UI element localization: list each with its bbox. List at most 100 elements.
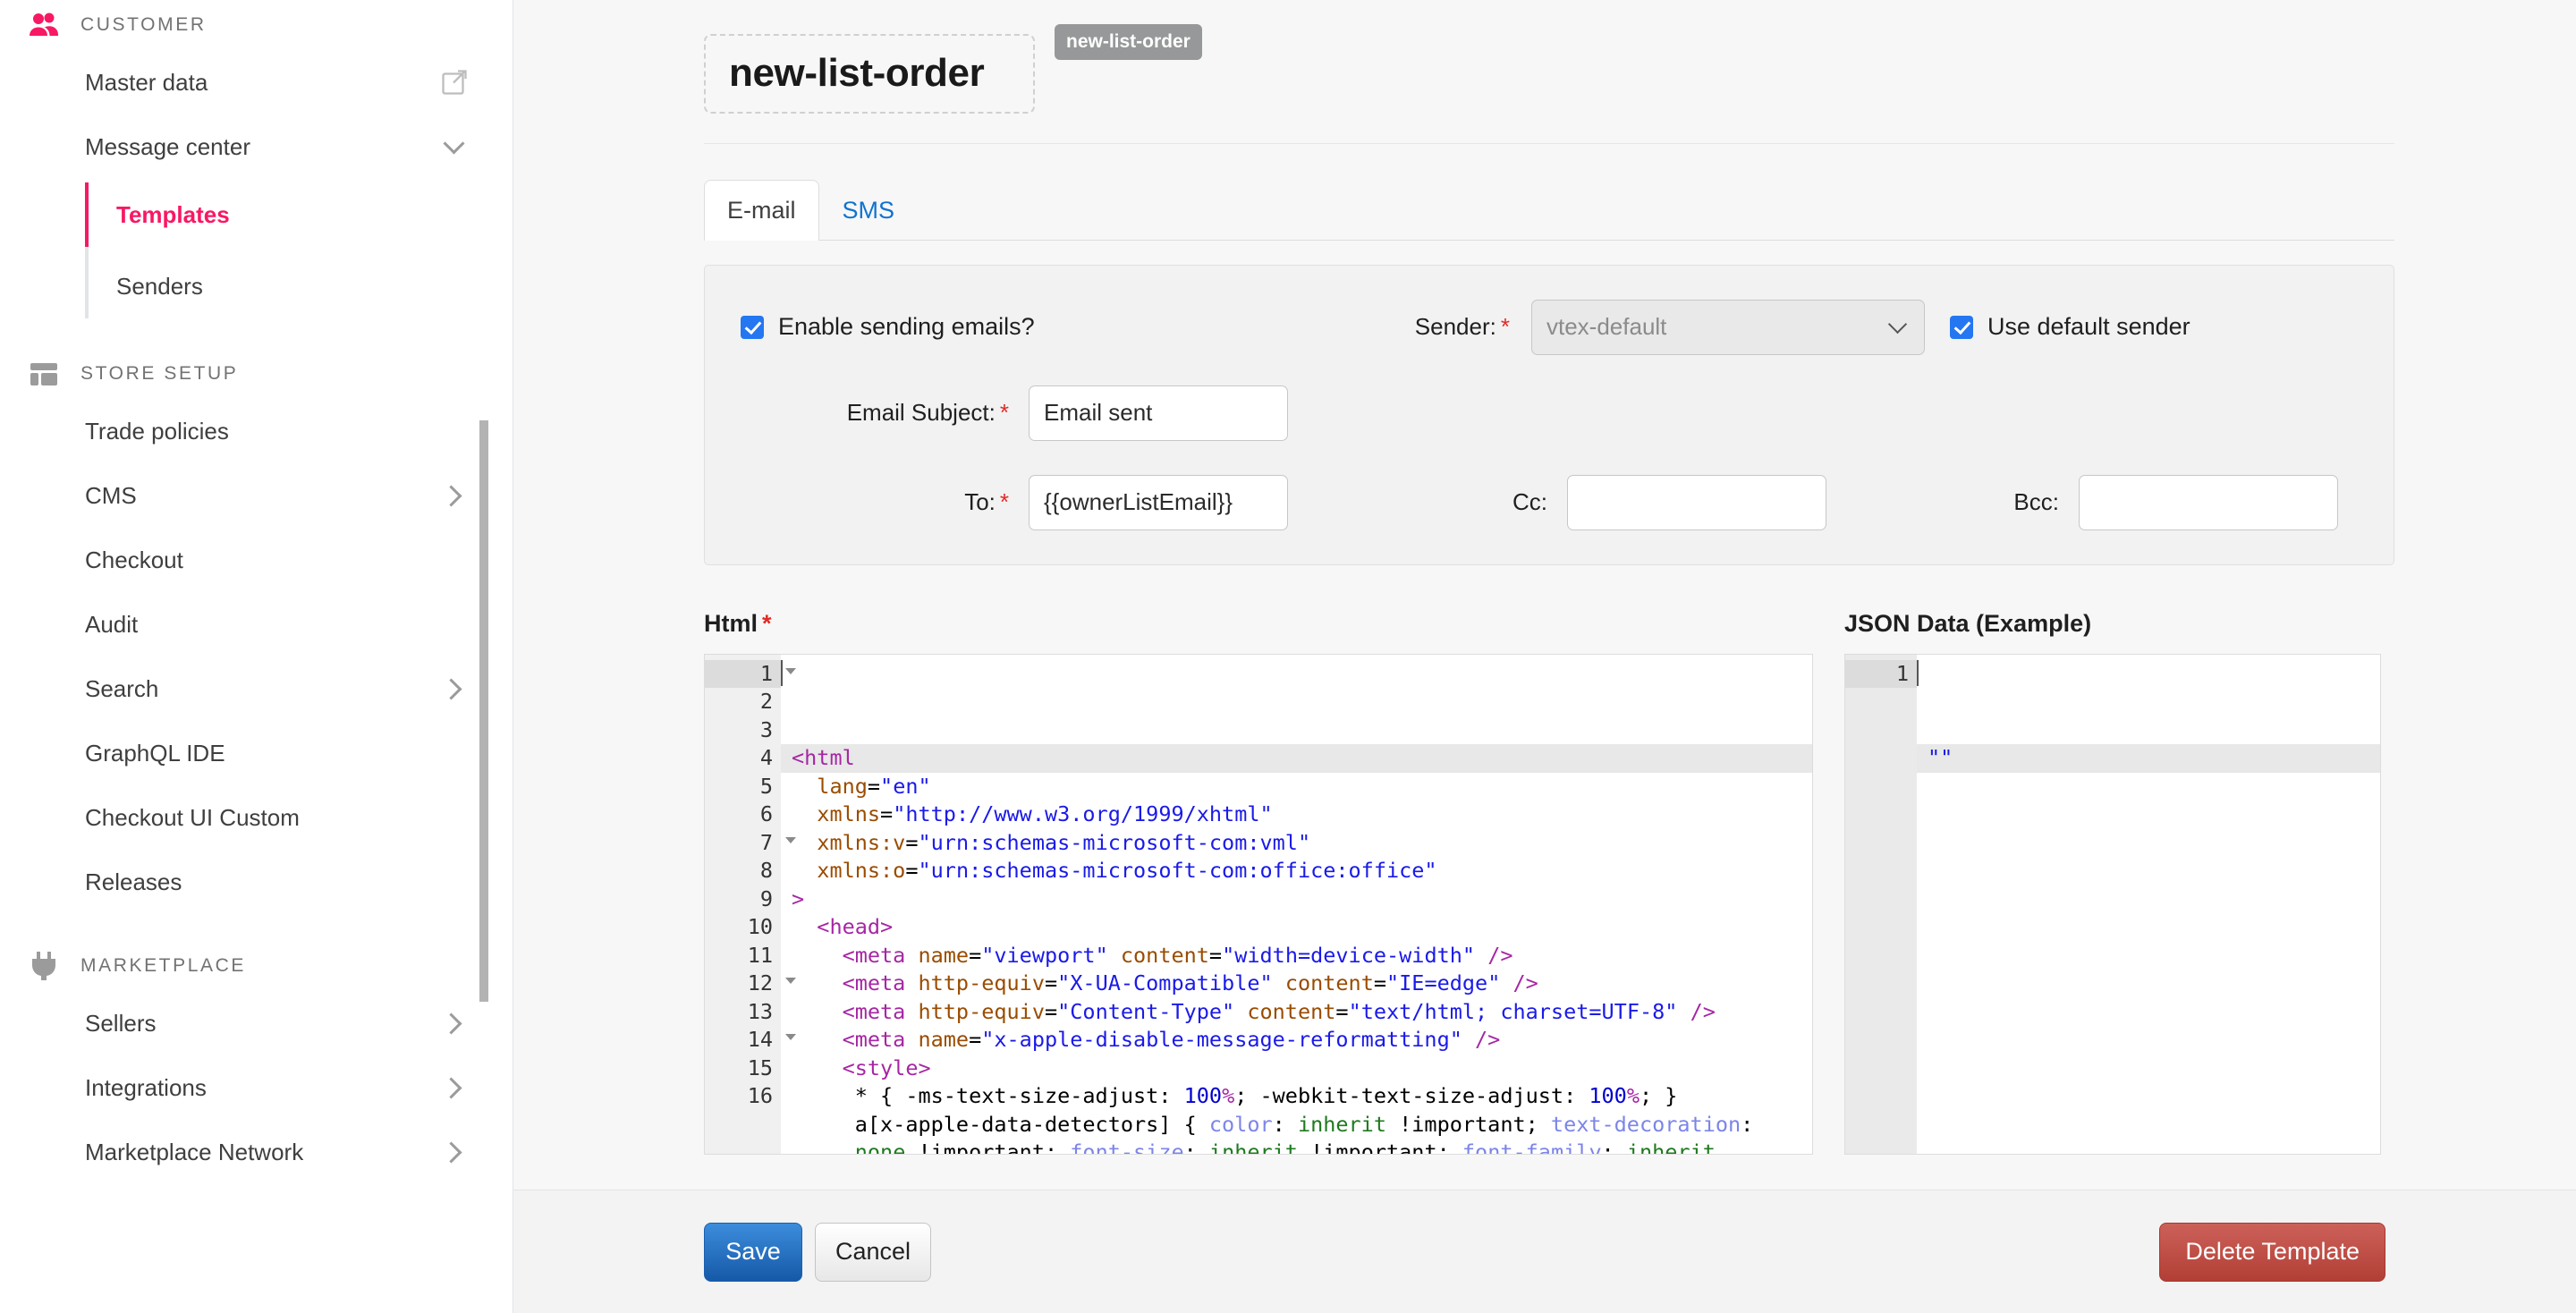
- html-editor-column: Html * 1 2 3 4 5 6 7 8 9 10 11 12 13 14 15 16 <html lang…: [704, 609, 1813, 1155]
- sidebar-item-master-data[interactable]: Master data: [0, 50, 501, 114]
- sidebar-item-cms[interactable]: CMS: [0, 463, 501, 528]
- save-button[interactable]: Save: [704, 1222, 802, 1282]
- enable-sending-emails-checkbox[interactable]: [741, 315, 764, 339]
- code-token: !important;: [905, 1139, 1071, 1154]
- code-token: "en": [880, 773, 931, 799]
- use-default-sender-checkbox-group[interactable]: Use default sender: [1950, 313, 2190, 341]
- sidebar-item-message-center[interactable]: Message center: [0, 114, 501, 179]
- form-row-enable: Enable sending emails? Sender: * vtex-def…: [705, 299, 2394, 355]
- sidebar-item-marketplace-network[interactable]: Marketplace Network: [0, 1120, 501, 1184]
- email-subject-label: Email Subject: *: [741, 399, 1009, 427]
- use-default-sender-checkbox[interactable]: [1950, 315, 1973, 339]
- sidebar-item-checkout-ui-custom[interactable]: Checkout UI Custom: [0, 785, 501, 850]
- code-line: <style>: [792, 1055, 1812, 1083]
- html-editor-label-text: Html: [704, 609, 758, 637]
- code-token: xmlns: [817, 801, 881, 827]
- code-token: xmlns:o: [817, 858, 906, 884]
- chevron-right-icon: [442, 1075, 467, 1100]
- code-line: <html: [781, 744, 1812, 773]
- sidebar-item-graphql-ide[interactable]: GraphQL IDE: [0, 721, 501, 785]
- sidebar-item-label: Sellers: [85, 1010, 157, 1037]
- enable-sending-emails-checkbox-group[interactable]: Enable sending emails?: [741, 313, 1367, 341]
- enable-sending-emails-label: Enable sending emails?: [778, 313, 1035, 341]
- code-token: =: [1335, 998, 1349, 1024]
- chevron-right-icon: [442, 483, 467, 508]
- email-subject-input[interactable]: [1029, 385, 1288, 441]
- json-code-editor[interactable]: 1 "": [1844, 653, 2381, 1155]
- tab-email[interactable]: E-mail: [704, 180, 819, 241]
- sender-select[interactable]: vtex-default: [1531, 299, 1925, 355]
- bcc-input[interactable]: [2079, 474, 2338, 530]
- code-token: <meta: [842, 970, 919, 996]
- main-scroll-region: new-list-order new-list-order E-mail SMS …: [513, 0, 2576, 1190]
- code-line: <meta http-equiv="Content-Type" content=…: [792, 998, 1812, 1027]
- code-line: a[x-apple-data-detectors] { color: inher…: [792, 1111, 1812, 1139]
- sidebar-item-audit[interactable]: Audit: [0, 592, 501, 656]
- sidebar-item-search[interactable]: Search: [0, 656, 501, 721]
- sidebar-item-sellers[interactable]: Sellers: [0, 991, 501, 1055]
- template-name-editable-box[interactable]: new-list-order: [704, 34, 1035, 114]
- sidebar-subitem-senders[interactable]: Senders: [85, 250, 501, 322]
- code-token: "IE=edge": [1386, 970, 1501, 996]
- code-token: />: [1500, 970, 1538, 996]
- use-default-sender-label: Use default sender: [1987, 313, 2190, 341]
- html-code-editor[interactable]: 1 2 3 4 5 6 7 8 9 10 11 12 13 14 15 16 <html lang="en" …: [704, 653, 1813, 1155]
- sender-select-value: vtex-default: [1546, 313, 1667, 341]
- code-token: />: [1462, 1027, 1501, 1053]
- action-bar: Save Cancel Delete Template: [513, 1190, 2576, 1313]
- code-token: />: [1677, 998, 1716, 1024]
- sidebar-item-checkout[interactable]: Checkout: [0, 528, 501, 592]
- sidebar-scrollbar-track[interactable]: [479, 0, 501, 1313]
- code-line: "": [1917, 744, 2380, 773]
- json-editor-code-area[interactable]: "": [1917, 655, 2380, 1154]
- line-number: 12: [705, 970, 796, 998]
- cc-input[interactable]: [1567, 474, 1826, 530]
- sidebar-item-trade-policies[interactable]: Trade policies: [0, 399, 501, 463]
- line-number: 1: [1845, 659, 1917, 689]
- tab-sms[interactable]: SMS: [819, 180, 919, 241]
- cc-label: Cc:: [1513, 488, 1547, 516]
- sidebar-group-title: STORE SETUP: [80, 363, 239, 384]
- plug-icon: [32, 952, 55, 980]
- template-editor-page: new-list-order new-list-order E-mail SMS …: [513, 0, 2576, 1155]
- code-line: >: [792, 885, 1812, 914]
- code-token: inherit: [1626, 1139, 1716, 1154]
- code-line: * { -ms-text-size-adjust: 100%; -webkit-…: [792, 1082, 1812, 1111]
- sidebar-item-label: GraphQL IDE: [85, 740, 225, 767]
- sidebar-scrollbar-thumb[interactable]: [479, 420, 488, 1002]
- sidebar-item-label: Marketplace Network: [85, 1139, 304, 1165]
- page-title: new-list-order: [729, 51, 985, 96]
- code-token: <meta: [842, 1027, 919, 1053]
- code-token: =: [1373, 970, 1387, 996]
- code-token: content: [1284, 970, 1374, 996]
- code-token: <html: [792, 745, 855, 771]
- html-required-marker: *: [762, 609, 772, 637]
- chevron-right-icon: [442, 1011, 467, 1036]
- form-row-subject: Email Subject: *: [705, 385, 2394, 441]
- line-number: 3: [759, 716, 773, 742]
- line-number: 16: [747, 1083, 773, 1109]
- code-token: "Content-Type": [1057, 998, 1235, 1024]
- sidebar-item-integrations[interactable]: Integrations: [0, 1055, 501, 1120]
- code-token: !important;: [1385, 1111, 1551, 1137]
- html-editor-code-area[interactable]: <html lang="en" xmlns="http://www.w3.org…: [781, 655, 1812, 1154]
- html-editor-label: Html *: [704, 609, 1813, 637]
- code-token: !important;: [1297, 1139, 1462, 1154]
- sidebar-item-releases[interactable]: Releases: [0, 850, 501, 914]
- sidebar-item-label: Search: [85, 675, 159, 702]
- admin-app: CUSTOMER Master data Message center Templat…: [0, 0, 2576, 1313]
- delete-template-button[interactable]: Delete Template: [2159, 1222, 2385, 1282]
- code-token: =: [1044, 970, 1058, 996]
- cancel-button[interactable]: Cancel: [815, 1222, 932, 1282]
- line-number: 13: [747, 998, 773, 1024]
- code-token: />: [1475, 942, 1513, 968]
- code-token: "text/html; charset=UTF-8": [1348, 998, 1678, 1024]
- json-editor-line-numbers: 1: [1845, 654, 1917, 1154]
- code-token: <head>: [817, 914, 894, 940]
- line-number: 15: [747, 1055, 773, 1080]
- to-input[interactable]: [1029, 474, 1288, 530]
- sidebar-subitem-templates[interactable]: Templates: [85, 179, 501, 250]
